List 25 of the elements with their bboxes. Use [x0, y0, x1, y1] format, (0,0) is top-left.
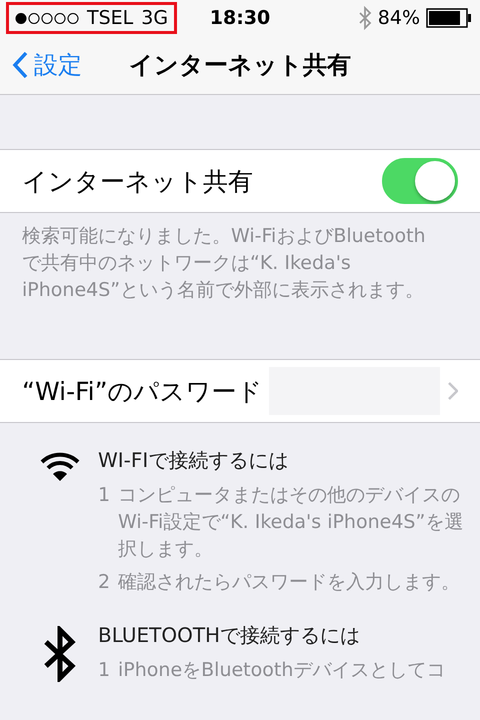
- battery-percent: 84%: [378, 7, 420, 29]
- step-text: 確認されたらパスワードを入力します。: [118, 570, 460, 595]
- battery-icon: [426, 8, 472, 28]
- carrier-name: TSEL: [87, 7, 134, 29]
- step-text: iPhoneをBluetoothデバイスとしてコ: [118, 658, 446, 683]
- screen-title: インターネット共有: [129, 51, 351, 79]
- back-chevron-icon: [12, 51, 28, 79]
- clock: 18:30: [210, 7, 270, 29]
- signal-icon: [15, 12, 79, 24]
- section-heading: WI-FIで接続するには: [98, 448, 288, 472]
- setting-label: インターネット共有: [22, 166, 253, 198]
- bluetooth-icon: [43, 626, 77, 682]
- toggle-switch[interactable]: [382, 158, 458, 204]
- step-number: 1: [98, 483, 112, 508]
- bluetooth-icon: [358, 6, 372, 30]
- setting-label: “Wi-Fi”のパスワード: [22, 376, 263, 408]
- step-text: コンピュータまたはその他のデバイスのWi-Fi設定で“K. Ikeda's iPhone4S”を選択します。: [118, 483, 464, 562]
- back-button[interactable]: 設定: [0, 48, 88, 82]
- wifi-icon: [40, 451, 80, 483]
- section-heading: BLUETOOTHで接続するには: [98, 623, 360, 647]
- step-number: 2: [98, 570, 112, 595]
- chevron-icon: [448, 382, 458, 400]
- network-type: 3G: [141, 7, 168, 29]
- footer-note: 検索可能になりました。Wi-FiおよびBluetoothで共有中のネットワークは“K. Ikeda's iPhone4S”という名前で外部に表示されます。: [22, 225, 426, 301]
- step-number: 1: [98, 658, 112, 683]
